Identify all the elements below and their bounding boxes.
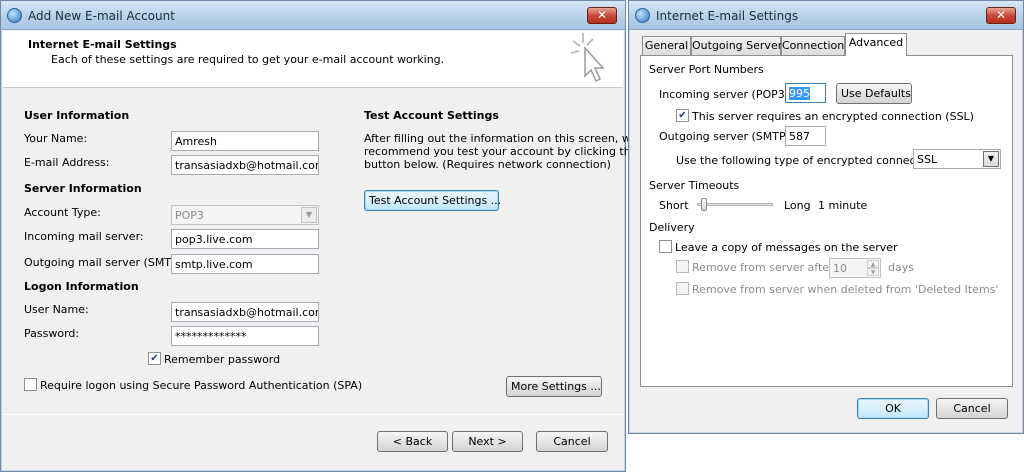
spa-label: Require logon using Secure Password Auth… xyxy=(40,379,363,392)
user-info-heading: User Information xyxy=(24,109,130,122)
server-timeouts-divider xyxy=(754,185,1002,186)
window-title: Internet E-mail Settings xyxy=(656,9,799,23)
use-defaults-button[interactable]: Use Defaults xyxy=(836,83,912,104)
remove-after-days-input[interactable]: 10 ▲ ▼ xyxy=(829,258,881,278)
ssl-checkbox[interactable]: ✔ xyxy=(676,109,689,122)
spinner-down-icon: ▼ xyxy=(867,268,879,276)
logon-info-heading: Logon Information xyxy=(24,280,139,293)
next-button[interactable]: Next > xyxy=(452,431,523,452)
remember-password-label: Remember password xyxy=(164,353,281,366)
account-type-select[interactable]: POP3 ▼ xyxy=(171,205,319,225)
your-name-input[interactable]: Amresh xyxy=(171,131,319,151)
timeout-long-label: Long xyxy=(784,199,811,212)
tab-outgoing-server[interactable]: Outgoing Server xyxy=(691,36,782,56)
ok-button[interactable]: OK xyxy=(857,398,929,419)
leave-copy-checkbox[interactable] xyxy=(659,240,672,253)
user-name-label: User Name: xyxy=(24,303,89,316)
timeout-short-label: Short xyxy=(659,199,689,212)
tab-advanced[interactable]: Advanced xyxy=(845,33,907,56)
email-input[interactable]: transasiadxb@hotmail.com xyxy=(171,155,319,175)
outgoing-server-label: Outgoing mail server (SMTP): xyxy=(24,256,186,269)
tab-general[interactable]: General xyxy=(642,36,691,56)
remove-after-days-value: 10 xyxy=(833,262,847,275)
desktop-background xyxy=(626,434,1024,472)
tab-connection[interactable]: Connection xyxy=(781,36,845,56)
incoming-server-label: Incoming mail server: xyxy=(24,230,144,243)
slider-track xyxy=(697,203,773,206)
remove-deleted-label: Remove from server when deleted from 'De… xyxy=(692,283,999,296)
cancel-button[interactable]: Cancel xyxy=(536,431,608,452)
server-timeouts-heading: Server Timeouts xyxy=(649,179,740,192)
remove-deleted-checkbox[interactable] xyxy=(676,282,689,295)
internet-email-settings-window: Internet E-mail Settings ✕ General Outgo… xyxy=(628,0,1024,434)
test-settings-desc-2: recommend you test your account by click… xyxy=(364,145,638,158)
chevron-down-icon: ▼ xyxy=(301,207,317,223)
server-info-heading: Server Information xyxy=(24,182,142,195)
cursor-sparkle-icon xyxy=(570,33,605,83)
user-name-input[interactable]: transasiadxb@hotmail.com xyxy=(171,302,319,322)
outgoing-port-input[interactable]: 587 xyxy=(785,126,826,146)
delivery-divider xyxy=(695,227,1002,228)
spa-checkbox[interactable] xyxy=(24,378,37,391)
outlook-icon xyxy=(635,8,650,23)
timeout-slider[interactable] xyxy=(697,198,773,212)
footer-separator xyxy=(3,414,623,415)
server-ports-divider xyxy=(772,69,1002,70)
remove-after-checkbox[interactable] xyxy=(676,260,689,273)
account-type-label: Account Type: xyxy=(24,206,101,219)
remember-password-checkbox[interactable]: ✔ xyxy=(148,352,161,365)
window-title: Add New E-mail Account xyxy=(28,9,175,23)
slider-thumb[interactable] xyxy=(701,198,707,211)
outgoing-server-input[interactable]: smtp.live.com xyxy=(171,254,319,274)
tab-panel xyxy=(640,55,1013,387)
account-type-value: POP3 xyxy=(175,209,204,222)
spinner-up-icon: ▲ xyxy=(867,260,879,268)
back-button[interactable]: < Back xyxy=(377,431,448,452)
incoming-server-input[interactable]: pop3.live.com xyxy=(171,229,319,249)
server-ports-heading: Server Port Numbers xyxy=(649,63,764,76)
title-bar[interactable]: Add New E-mail Account ✕ xyxy=(1,1,625,30)
password-input[interactable]: ************* xyxy=(171,326,319,346)
outgoing-port-label: Outgoing server (SMTP): xyxy=(659,130,794,143)
incoming-port-value: 995 xyxy=(789,87,810,100)
header-panel: Internet E-mail Settings Each of these s… xyxy=(3,31,623,88)
cancel-button[interactable]: Cancel xyxy=(936,398,1008,419)
close-button[interactable]: ✕ xyxy=(986,7,1016,24)
chevron-down-icon: ▼ xyxy=(983,151,999,167)
outlook-icon xyxy=(7,8,22,23)
incoming-port-input[interactable]: 995 xyxy=(785,83,826,103)
email-label: E-mail Address: xyxy=(24,156,110,169)
test-settings-heading: Test Account Settings xyxy=(364,109,499,122)
test-settings-desc-1: After filling out the information on thi… xyxy=(364,132,638,145)
leave-copy-label: Leave a copy of messages on the server xyxy=(675,241,898,254)
password-label: Password: xyxy=(24,327,80,340)
header-description: Each of these settings are required to g… xyxy=(51,53,445,66)
incoming-port-label: Incoming server (POP3): xyxy=(659,88,793,101)
encryption-type-label: Use the following type of encrypted conn… xyxy=(676,154,941,167)
days-label: days xyxy=(888,261,914,274)
ssl-label: This server requires an encrypted connec… xyxy=(692,110,974,123)
title-bar[interactable]: Internet E-mail Settings ✕ xyxy=(629,1,1023,30)
test-account-settings-button[interactable]: Test Account Settings ... xyxy=(364,190,501,211)
header-title: Internet E-mail Settings xyxy=(28,38,177,51)
more-settings-button[interactable]: More Settings ... xyxy=(506,376,602,397)
test-settings-desc-3: button below. (Requires network connecti… xyxy=(364,158,611,171)
encryption-type-select[interactable]: SSL ▼ xyxy=(913,149,1001,169)
your-name-label: Your Name: xyxy=(24,132,88,145)
delivery-heading: Delivery xyxy=(649,221,695,234)
timeout-value: 1 minute xyxy=(818,199,868,212)
remove-after-label: Remove from server after xyxy=(692,261,834,274)
encryption-type-value: SSL xyxy=(917,153,938,166)
add-account-window: Add New E-mail Account ✕ Internet E-mail… xyxy=(0,0,638,472)
close-button[interactable]: ✕ xyxy=(587,7,617,24)
